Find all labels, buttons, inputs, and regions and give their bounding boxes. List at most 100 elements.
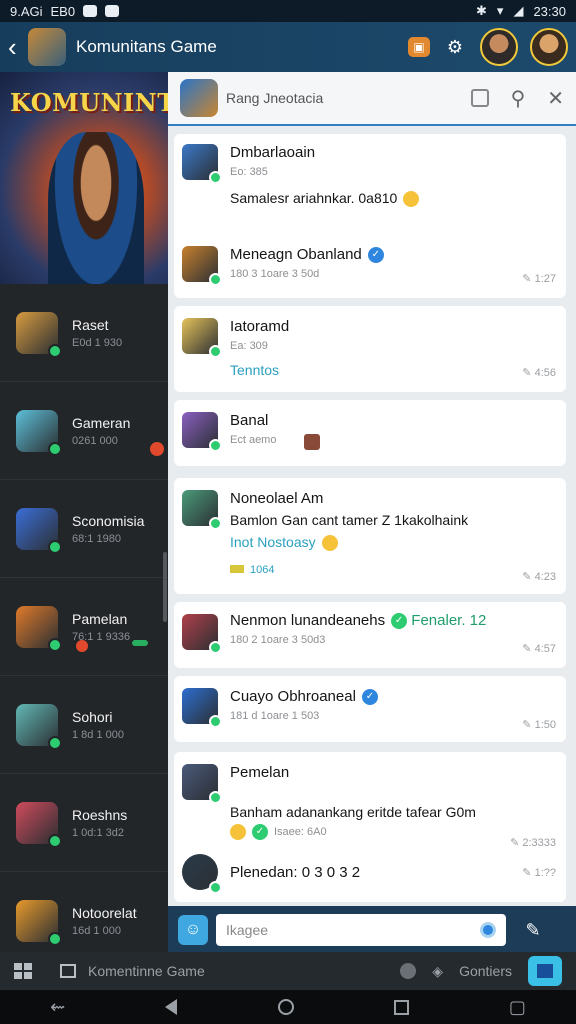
message-sender-name: Noneolael Am xyxy=(230,490,323,507)
community-hero-banner: KOMUNINTAN xyxy=(0,72,168,284)
grin-emoji-icon xyxy=(230,824,246,840)
sidebar-item[interactable]: Raset E0d 1 930 xyxy=(0,284,168,382)
sidebar-item[interactable]: Roeshns 1 0d:1 3d2 xyxy=(0,774,168,872)
community-avatar[interactable] xyxy=(28,28,66,66)
online-check-icon xyxy=(209,171,222,184)
app-bar: ‹ Komunitans Game ▣ ⚙ xyxy=(0,22,576,72)
sender-name-text: Banal xyxy=(230,412,269,429)
sidebar-item[interactable]: Sconomisia 68:1 1980 xyxy=(0,480,168,578)
message-link-text[interactable]: Tenntos xyxy=(230,362,279,378)
message-link-text[interactable]: Inot Nostoasy xyxy=(230,534,316,550)
nav-back-icon[interactable] xyxy=(165,999,178,1015)
message-card[interactable]: Noneolael Am Bamlon Gan cant tamer Z 1kak… xyxy=(174,478,566,594)
sidebar: KOMUNINTAN Raset E0d 1 930 Gameran 0261 … xyxy=(0,72,168,970)
message-meta: Ect aemo xyxy=(230,434,277,446)
message-avatar[interactable] xyxy=(182,246,222,286)
screen-icon[interactable] xyxy=(60,964,76,978)
message-avatar[interactable] xyxy=(182,854,222,894)
back-arrow-icon[interactable]: ‹ xyxy=(8,34,26,60)
message-card[interactable]: Pemelan Banham adanankang eritde tafear G… xyxy=(174,752,566,902)
message-time: ✎ 1:27 xyxy=(522,272,556,285)
gift-icon[interactable]: ▣ xyxy=(408,37,430,57)
sidebar-item[interactable]: Pamelan 76:1 1 9336 xyxy=(0,578,168,676)
message-avatar[interactable] xyxy=(182,764,222,804)
message-avatar[interactable] xyxy=(182,318,222,358)
settings-gear-icon[interactable]: ⚙ xyxy=(442,34,468,60)
message-link[interactable]: Inot Nostoasy xyxy=(230,534,338,552)
sidebar-item[interactable]: Gameran 0261 000 xyxy=(0,382,168,480)
sidebar-item-avatar xyxy=(16,311,62,358)
sidebar-item-avatar xyxy=(16,507,62,554)
attach-icon[interactable]: ✎ xyxy=(518,915,548,945)
signal-icon: ◢ xyxy=(513,3,524,18)
search-icon[interactable]: ⚲ xyxy=(511,86,526,111)
message-input[interactable]: Ikagee xyxy=(216,914,506,946)
sidebar-scrollbar[interactable] xyxy=(163,552,167,622)
pencil-icon: ✎ xyxy=(522,273,535,285)
sidebar-item[interactable]: Sohori 1 8d 1 000 xyxy=(0,676,168,774)
message-body: Banham adanankang eritde tafear G0m xyxy=(230,804,476,820)
system-nav-bar: ⇜ ▢ xyxy=(0,990,576,1024)
note-icon xyxy=(230,565,244,573)
sticker-icon[interactable]: ◈ xyxy=(432,963,443,980)
unread-badge-icon xyxy=(150,442,164,456)
user-avatar-1[interactable] xyxy=(480,28,518,66)
nav-clipboard-icon[interactable]: ▢ xyxy=(509,997,526,1018)
emoji-icon[interactable]: ☺ xyxy=(178,915,208,945)
sender-name-text: Cuayo Obhroaneal xyxy=(230,688,356,705)
message-avatar[interactable] xyxy=(182,490,222,530)
sender-extra: Fenaler. 12 xyxy=(411,612,487,629)
sidebar-item-avatar xyxy=(16,605,62,652)
channel-title: Rang Jneotacia xyxy=(226,90,324,106)
close-icon[interactable]: ✕ xyxy=(547,86,564,111)
message-sender-name: Meneagn Obanland ✓ xyxy=(230,246,384,264)
pencil-icon: ✎ xyxy=(522,867,535,879)
grid-menu-icon[interactable] xyxy=(14,963,32,979)
sidebar-item-name: Gameran xyxy=(72,414,131,431)
status-dot-icon[interactable] xyxy=(400,963,417,979)
sidebar-item-meta: 0261 000 xyxy=(72,434,118,447)
expand-icon[interactable] xyxy=(470,89,489,107)
message-time-text: 4:23 xyxy=(534,571,556,583)
hero-character-art xyxy=(48,132,144,284)
pencil-icon: ✎ xyxy=(510,837,523,849)
status-bar: 9.AGi EB0 ✱ ▾ ◢ 23:30 xyxy=(0,0,576,22)
smile-emoji-icon xyxy=(403,191,420,208)
message-sender-name: Plenedan: 0 3 0 3 2 xyxy=(230,864,360,881)
sidebar-item-avatar xyxy=(16,409,62,456)
tab-label-left[interactable]: Komentinne Game xyxy=(88,963,205,979)
send-icon[interactable] xyxy=(480,922,496,938)
pencil-icon: ✎ xyxy=(522,643,535,655)
message-time-text: 1:50 xyxy=(534,719,556,731)
message-card[interactable]: Banal Ect aemo xyxy=(174,400,566,466)
bottom-tab-bar: Komentinne Game ◈ Gontiers xyxy=(0,952,576,990)
message-card[interactable]: Iatoramd Ea: 309 Tenntos ✎ 4:56 xyxy=(174,306,566,392)
message-link[interactable]: Tenntos xyxy=(230,362,279,378)
nav-home-icon[interactable] xyxy=(277,999,294,1015)
message-meta: Eo: 385 xyxy=(230,166,268,178)
message-card[interactable]: Cuayo Obhroaneal ✓ 181 d 1oare 1 503 ✎ 1:50 xyxy=(174,676,566,742)
chat-notification-icon xyxy=(83,5,98,17)
message-card[interactable]: Dmbarlaoain Eo: 385 Samalesr ariahnkar. 0a… xyxy=(174,134,566,298)
message-avatar[interactable] xyxy=(182,412,222,452)
app-launcher-button[interactable] xyxy=(528,956,562,986)
tab-label-right[interactable]: Gontiers xyxy=(459,963,512,979)
channel-avatar[interactable] xyxy=(180,79,218,117)
message-avatar[interactable] xyxy=(182,614,222,654)
online-check-icon xyxy=(209,791,222,804)
message-avatar[interactable] xyxy=(182,688,222,728)
message-sender-name: Dmbarlaoain xyxy=(230,144,315,161)
online-check-icon xyxy=(48,833,62,848)
sidebar-item-meta: 1 8d 1 000 xyxy=(72,728,124,741)
message-extra: 1064 xyxy=(230,564,274,576)
mail-notification-icon xyxy=(105,5,120,17)
user-avatar-2[interactable] xyxy=(530,28,568,66)
status-time: 9.AGi xyxy=(10,3,43,19)
message-card[interactable]: Nenmon lunandeanehs ✓ Fenaler. 12 180 2 1o… xyxy=(174,602,566,668)
message-time: ✎ 4:56 xyxy=(522,366,556,379)
nav-share-icon[interactable]: ⇜ xyxy=(50,997,65,1018)
status-clock: 23:30 xyxy=(533,3,566,19)
sidebar-item-avatar xyxy=(16,801,62,848)
nav-recents-icon[interactable] xyxy=(393,999,409,1015)
message-avatar[interactable] xyxy=(182,144,222,184)
